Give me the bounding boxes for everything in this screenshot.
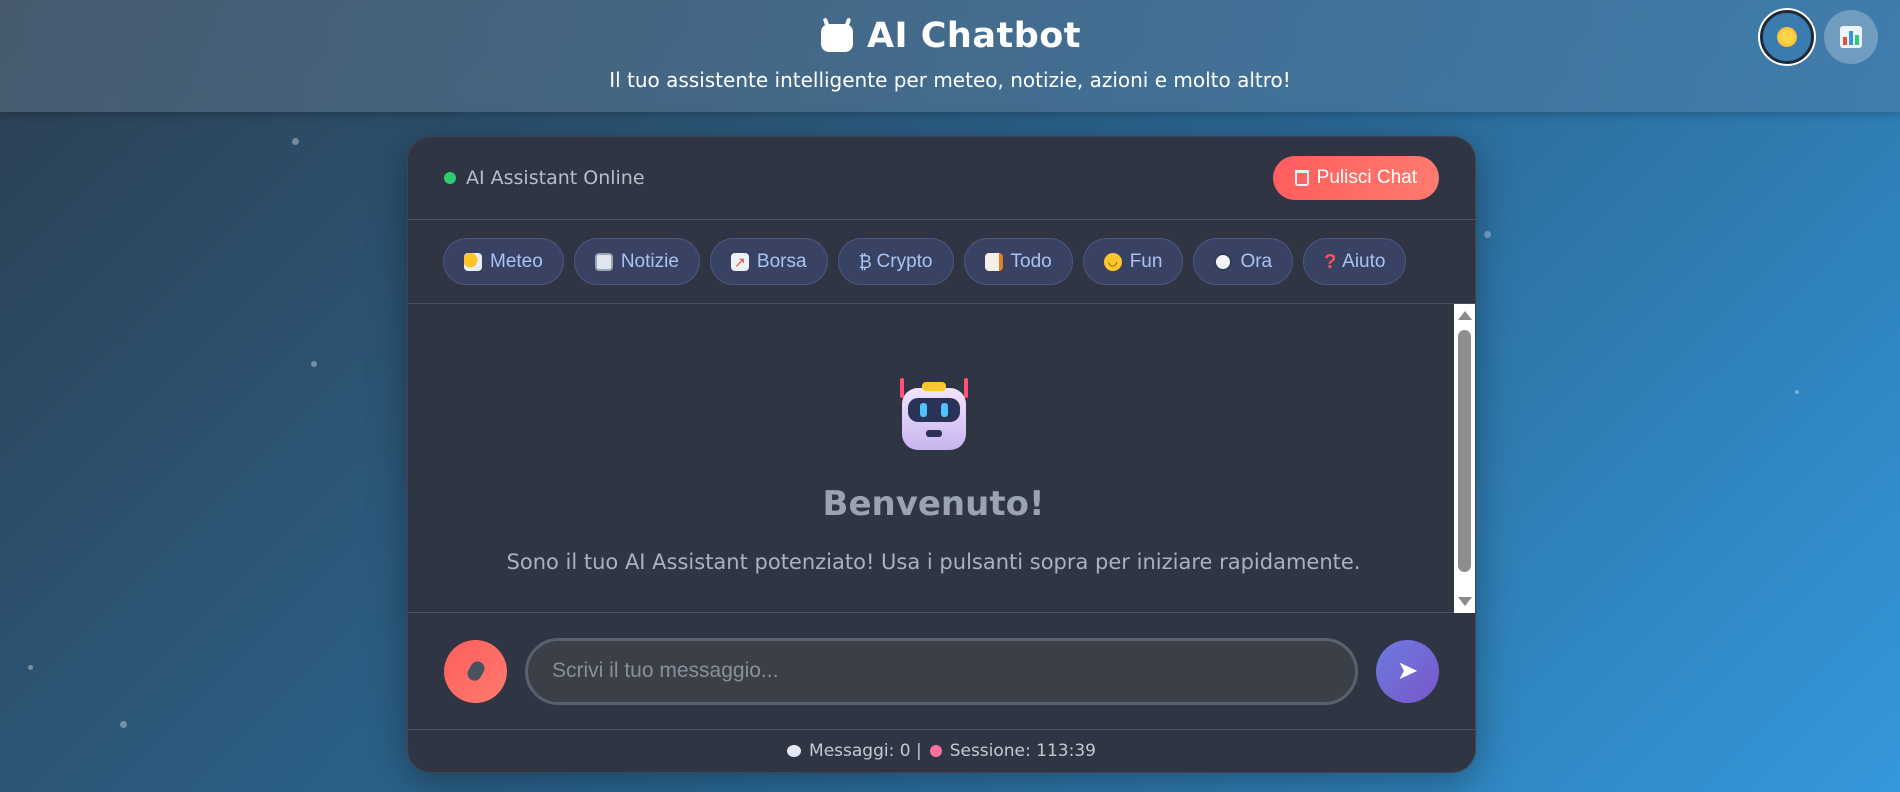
app-subtitle: Il tuo assistente intelligente per meteo… [609, 68, 1291, 92]
chat-container: AI Assistant Online Pulisci Chat Meteo N… [407, 136, 1476, 773]
quick-action-fun[interactable]: ◡ Fun [1082, 238, 1184, 285]
trash-icon [1294, 170, 1309, 186]
alarm-clock-icon [929, 745, 942, 757]
quick-actions-bar: Meteo Notizie ↗ Borsa ₿ Crypto Todo ◡ Fu… [408, 220, 1475, 304]
scroll-down-arrow-icon[interactable] [1458, 597, 1472, 606]
quick-action-notizie[interactable]: Notizie [573, 238, 700, 285]
laughing-face-icon: ◡ [1103, 252, 1122, 271]
quick-action-label: Ora [1240, 250, 1273, 272]
clear-chat-button[interactable]: Pulisci Chat [1272, 156, 1439, 200]
clear-chat-label: Pulisci Chat [1316, 167, 1417, 188]
microphone-icon [464, 658, 487, 684]
bg-particle [311, 361, 317, 367]
bg-particle [120, 721, 127, 728]
bar-chart-icon [1840, 26, 1862, 48]
speech-bubble-icon [787, 745, 802, 757]
scroll-up-arrow-icon[interactable] [1458, 311, 1472, 320]
chart-up-icon: ↗ [730, 252, 749, 271]
chat-header: AI Assistant Online Pulisci Chat [408, 137, 1475, 220]
quick-action-label: Todo [1010, 250, 1052, 272]
quick-action-label: Notizie [620, 250, 679, 272]
quick-action-label: Meteo [490, 250, 543, 272]
message-input[interactable] [525, 637, 1358, 705]
welcome-text: Sono il tuo AI Assistant potenziato! Usa… [506, 550, 1361, 574]
quick-action-label: Borsa [756, 250, 807, 272]
quick-action-ora[interactable]: Ora [1193, 238, 1294, 285]
robot-icon [819, 17, 855, 54]
quick-action-label: Crypto [876, 250, 933, 272]
send-button[interactable]: ➤ [1376, 639, 1439, 703]
welcome-title: Benvenuto! [822, 484, 1045, 524]
quick-action-borsa[interactable]: ↗ Borsa [709, 238, 828, 285]
status-text: AI Assistant Online [466, 167, 645, 189]
clock-icon [1214, 252, 1233, 271]
memo-icon [984, 252, 1003, 271]
bg-particle [28, 665, 33, 670]
bitcoin-icon: ₿ [858, 251, 872, 272]
online-dot-icon [444, 172, 456, 184]
bg-particle [1484, 231, 1491, 238]
stats-button[interactable] [1824, 10, 1878, 64]
bg-particle [1795, 390, 1799, 394]
messages-scrollbar[interactable] [1454, 304, 1475, 613]
quick-action-aiuto[interactable]: ? Aiuto [1303, 238, 1407, 285]
app-title: AI Chatbot [866, 16, 1082, 56]
quick-action-label: Fun [1129, 250, 1163, 272]
session-timer: Sessione: 113:39 [949, 741, 1096, 761]
quick-action-todo[interactable]: Todo [963, 238, 1073, 285]
newspaper-icon [594, 252, 613, 271]
chat-footer: Messaggi: 0 | Sessione: 113:39 [408, 730, 1475, 772]
theme-toggle-button[interactable] [1760, 10, 1814, 64]
weather-icon [464, 252, 482, 271]
question-icon: ? [1324, 250, 1337, 273]
status-indicator: AI Assistant Online [444, 167, 645, 189]
input-area: ➤ [408, 613, 1475, 730]
voice-input-button[interactable] [444, 639, 507, 703]
quick-action-crypto[interactable]: ₿ Crypto [837, 238, 954, 285]
quick-action-label: Aiuto [1342, 250, 1386, 272]
message-count: Messaggi: 0 | [809, 741, 922, 761]
send-arrow-icon: ➤ [1396, 656, 1419, 686]
quick-action-meteo[interactable]: Meteo [443, 238, 564, 285]
title-row: AI Chatbot [0, 16, 1900, 56]
scrollbar-thumb[interactable] [1458, 330, 1471, 572]
sun-icon [1777, 27, 1797, 47]
robot-avatar-icon [896, 378, 972, 452]
app-header: AI Chatbot Il tuo assistente intelligent… [0, 0, 1900, 112]
messages-area[interactable]: Benvenuto! Sono il tuo AI Assistant pote… [408, 304, 1475, 613]
bg-particle [292, 138, 299, 145]
